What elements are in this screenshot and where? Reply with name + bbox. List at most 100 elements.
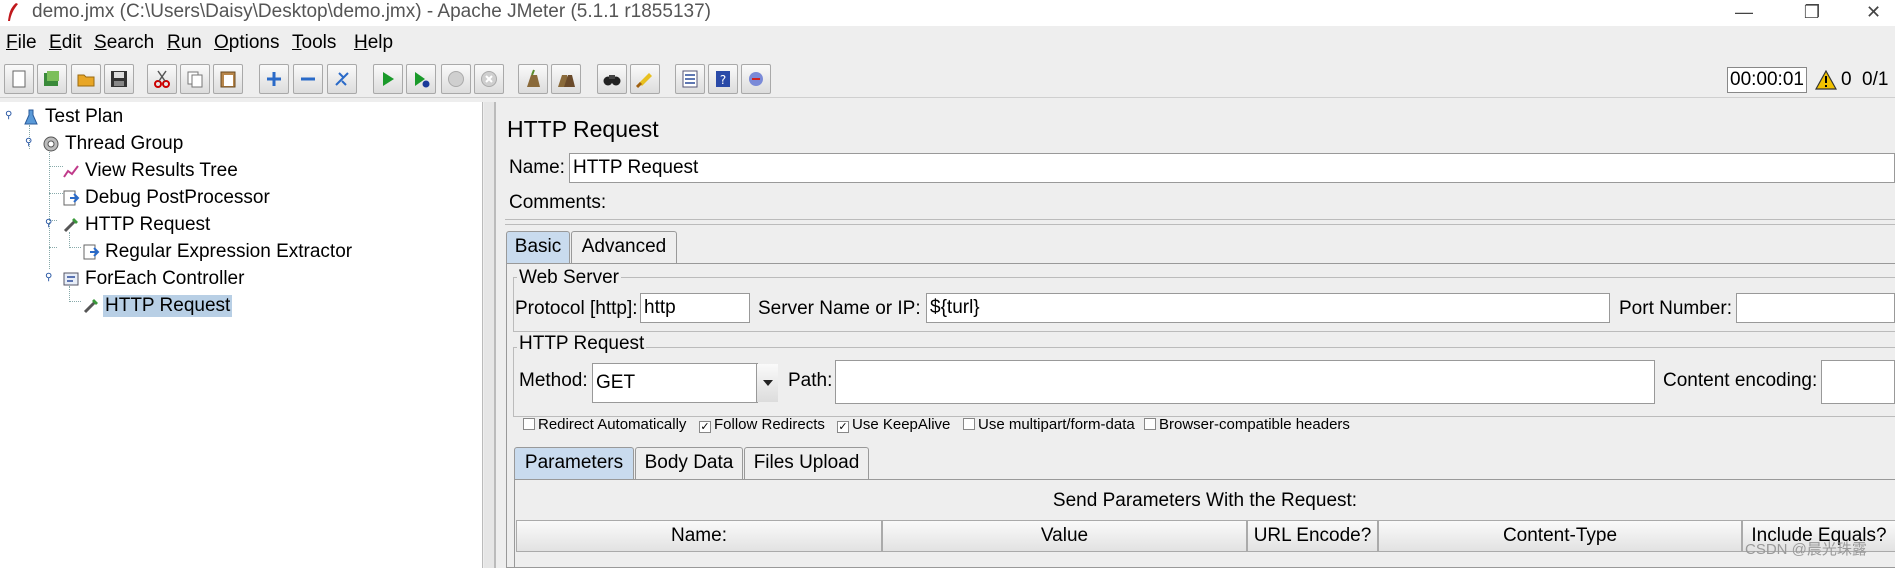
checkbox-box[interactable]: [523, 418, 535, 430]
tree-node-view-results-tree[interactable]: View Results Tree: [62, 159, 282, 183]
cut-icon[interactable]: [147, 64, 177, 94]
parameters-caption: Send Parameters With the Request:: [1052, 490, 1358, 511]
postprocessor-icon: [63, 190, 80, 206]
expand-toggle[interactable]: ⚲: [5, 110, 15, 121]
window-title: demo.jmx (C:\Users\Daisy\Desktop\demo.jm…: [32, 1, 711, 22]
active-thread-count: 0/1: [1862, 69, 1889, 90]
copy-icon[interactable]: [180, 64, 210, 94]
open-icon[interactable]: [71, 64, 101, 94]
maximize-button[interactable]: ❐: [1782, 0, 1842, 26]
tree-node-regex-extractor[interactable]: Regular Expression Extractor: [82, 240, 382, 264]
sampler-icon: [83, 299, 98, 314]
clear-icon[interactable]: [518, 64, 548, 94]
postprocessor-icon: [83, 244, 100, 260]
menu-help[interactable]: Help: [354, 32, 393, 54]
menu-file[interactable]: File: [6, 32, 37, 54]
menu-edit[interactable]: Edit: [49, 32, 82, 54]
menu-options[interactable]: Options: [214, 32, 279, 54]
method-value: GET: [596, 372, 636, 393]
menu-bar: File Edit Search Run Options Tools Help: [0, 30, 1895, 58]
expand-toggle[interactable]: ⚲: [45, 272, 55, 283]
start-no-pause-icon[interactable]: [406, 64, 436, 94]
use-multipart-checkbox[interactable]: Use multipart/form-data: [963, 416, 1135, 433]
method-select[interactable]: GET: [592, 363, 758, 403]
protocol-field[interactable]: http: [640, 293, 750, 323]
tree-node-label: Test Plan: [45, 106, 124, 127]
checkbox-checked[interactable]: ✓: [699, 421, 711, 433]
tab-parameters[interactable]: Parameters: [514, 447, 634, 479]
column-header-content-type[interactable]: Content-Type: [1378, 520, 1742, 552]
name-field[interactable]: HTTP Request: [569, 153, 1895, 183]
browser-compatible-headers-checkbox[interactable]: Browser-compatible headers: [1144, 416, 1350, 433]
column-header-value[interactable]: Value: [882, 520, 1247, 552]
port-number-label: Port Number:: [1619, 298, 1732, 319]
checkbox-box[interactable]: [963, 418, 975, 430]
reset-search-icon[interactable]: [630, 64, 660, 94]
parameters-table-header: Name: Value URL Encode? Content-Type Inc…: [516, 520, 1895, 552]
checkbox-box[interactable]: [1144, 418, 1156, 430]
column-header-name[interactable]: Name:: [516, 520, 882, 552]
menu-tools[interactable]: Tools: [292, 32, 336, 54]
close-button[interactable]: ✕: [1852, 0, 1895, 26]
warning-icon[interactable]: [1815, 70, 1837, 90]
tab-body-data[interactable]: Body Data: [635, 447, 743, 479]
toggle-icon[interactable]: [327, 64, 357, 94]
function-helper-icon[interactable]: [675, 64, 705, 94]
parameters-panel: Send Parameters With the Request: Name: …: [514, 479, 1895, 568]
collapse-icon[interactable]: [293, 64, 323, 94]
tree-node-label: ForEach Controller: [85, 268, 245, 289]
minimize-button[interactable]: —: [1714, 0, 1774, 26]
redirect-automatically-checkbox[interactable]: Redirect Automatically: [523, 416, 686, 433]
tree-node-http-request-selected[interactable]: HTTP Request: [82, 294, 282, 318]
jmeter-feather-icon: [8, 3, 18, 21]
name-label: Name:: [509, 157, 565, 178]
port-number-field[interactable]: [1736, 293, 1895, 323]
server-name-field[interactable]: ${turl}: [926, 293, 1610, 323]
path-field[interactable]: [835, 360, 1655, 404]
tree-node-foreach-controller[interactable]: ForEach Controller: [62, 267, 282, 291]
tree-node-http-request[interactable]: HTTP Request: [62, 213, 282, 237]
test-plan-icon: [24, 109, 38, 125]
tree-node-label: Thread Group: [65, 133, 184, 154]
path-label: Path:: [788, 370, 833, 391]
tab-basic[interactable]: Basic: [506, 231, 570, 263]
splitter-edge: [494, 102, 496, 568]
remote-icon[interactable]: [741, 64, 771, 94]
svg-text:?: ?: [720, 73, 726, 87]
comments-label: Comments:: [509, 192, 607, 213]
tree-node-thread-group[interactable]: Thread Group: [42, 132, 242, 156]
use-keepalive-checkbox[interactable]: ✓ Use KeepAlive: [837, 416, 950, 433]
splitter[interactable]: [484, 102, 494, 568]
tree-node-label: Regular Expression Extractor: [105, 241, 353, 262]
new-icon[interactable]: [4, 64, 34, 94]
start-icon[interactable]: [373, 64, 403, 94]
tree-node-label: HTTP Request: [103, 295, 233, 317]
page-title: HTTP Request: [507, 116, 659, 142]
method-dropdown-button[interactable]: [756, 364, 778, 402]
listener-icon: [63, 165, 79, 178]
expand-toggle[interactable]: ⚲: [45, 218, 55, 229]
expand-toggle[interactable]: ⚲: [25, 137, 35, 148]
templates-icon[interactable]: [37, 64, 67, 94]
comments-divider[interactable]: [505, 219, 1895, 225]
paste-icon[interactable]: [213, 64, 243, 94]
content-encoding-field[interactable]: [1821, 360, 1895, 404]
clear-all-icon[interactable]: [551, 64, 581, 94]
menu-run[interactable]: Run: [167, 32, 202, 54]
search-icon[interactable]: [597, 64, 627, 94]
stop-icon[interactable]: [441, 64, 471, 94]
expand-icon[interactable]: [259, 64, 289, 94]
shutdown-icon[interactable]: [474, 64, 504, 94]
http-request-editor: HTTP Request Name: HTTP Request Comments…: [497, 102, 1895, 568]
tab-files-upload[interactable]: Files Upload: [744, 447, 869, 479]
menu-search[interactable]: Search: [94, 32, 154, 54]
tab-advanced[interactable]: Advanced: [571, 231, 677, 263]
tree-node-debug-postprocessor[interactable]: Debug PostProcessor: [62, 186, 302, 210]
save-icon[interactable]: [104, 64, 134, 94]
column-header-url-encode[interactable]: URL Encode?: [1247, 520, 1378, 552]
follow-redirects-checkbox[interactable]: ✓ Follow Redirects: [699, 416, 825, 433]
checkbox-checked[interactable]: ✓: [837, 421, 849, 433]
help-icon[interactable]: ?: [708, 64, 738, 94]
content-encoding-label: Content encoding:: [1663, 370, 1818, 391]
tree-node-test-plan[interactable]: Test Plan: [22, 105, 222, 129]
